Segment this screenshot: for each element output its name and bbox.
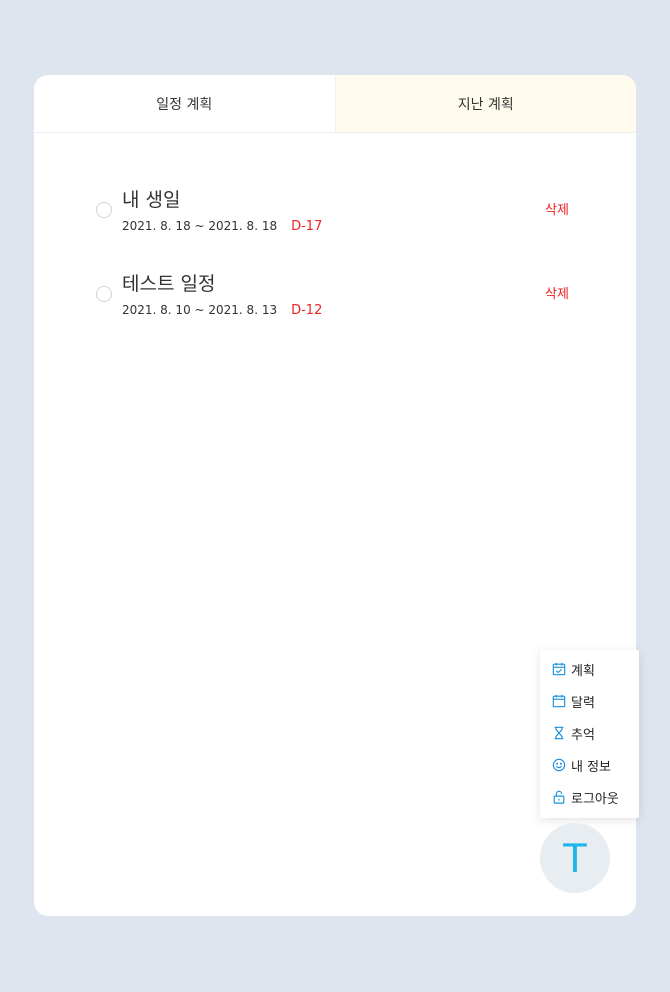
tab-upcoming-plans[interactable]: 일정 계획 bbox=[34, 75, 335, 132]
smile-icon bbox=[552, 758, 566, 772]
menu-item-label: 내 정보 bbox=[571, 759, 612, 775]
plan-title: 테스트 일정 bbox=[122, 273, 216, 295]
unlock-icon bbox=[553, 790, 565, 804]
menu-item-label: 로그아웃 bbox=[571, 791, 619, 807]
menu-item-my-info[interactable]: 내 정보 bbox=[540, 749, 639, 781]
delete-button[interactable]: 삭제 bbox=[545, 199, 569, 218]
plan-radio[interactable] bbox=[96, 202, 112, 218]
tab-past-plans[interactable]: 지난 계획 bbox=[334, 75, 636, 132]
plan-date-range: 2021. 8. 18 ~ 2021. 8. 18 D-17 bbox=[122, 219, 322, 234]
plan-range-text: 2021. 8. 10 ~ 2021. 8. 13 bbox=[122, 303, 278, 317]
calendar-check-icon bbox=[552, 662, 566, 676]
plan-item: 내 생일 2021. 8. 18 ~ 2021. 8. 18 D-17 삭제 bbox=[96, 185, 576, 245]
plan-dday: D-12 bbox=[291, 303, 323, 318]
calendar-icon bbox=[552, 694, 566, 708]
menu-item-label: 추억 bbox=[571, 727, 595, 743]
plan-title: 내 생일 bbox=[122, 189, 181, 211]
menu-item-label: 달력 bbox=[571, 695, 595, 711]
menu-item-label: 계획 bbox=[571, 663, 595, 679]
plan-radio[interactable] bbox=[96, 286, 112, 302]
plan-dday: D-17 bbox=[291, 219, 323, 234]
user-avatar-button[interactable]: T bbox=[540, 823, 610, 893]
floating-menu: 계획 달력 추억 내 정보 로그아웃 bbox=[540, 650, 639, 818]
delete-button[interactable]: 삭제 bbox=[545, 283, 569, 302]
menu-item-logout[interactable]: 로그아웃 bbox=[540, 781, 639, 813]
menu-item-plan[interactable]: 계획 bbox=[540, 653, 639, 685]
plan-item: 테스트 일정 2021. 8. 10 ~ 2021. 8. 13 D-12 삭제 bbox=[96, 269, 576, 329]
plan-date-range: 2021. 8. 10 ~ 2021. 8. 13 D-12 bbox=[122, 303, 322, 318]
menu-item-memories[interactable]: 추억 bbox=[540, 717, 639, 749]
menu-item-calendar[interactable]: 달력 bbox=[540, 685, 639, 717]
tab-label: 일정 계획 bbox=[156, 96, 213, 113]
hourglass-icon bbox=[554, 726, 564, 740]
plan-range-text: 2021. 8. 18 ~ 2021. 8. 18 bbox=[122, 219, 278, 233]
tab-bar: 일정 계획 지난 계획 bbox=[34, 75, 636, 133]
tab-label: 지난 계획 bbox=[457, 96, 514, 113]
